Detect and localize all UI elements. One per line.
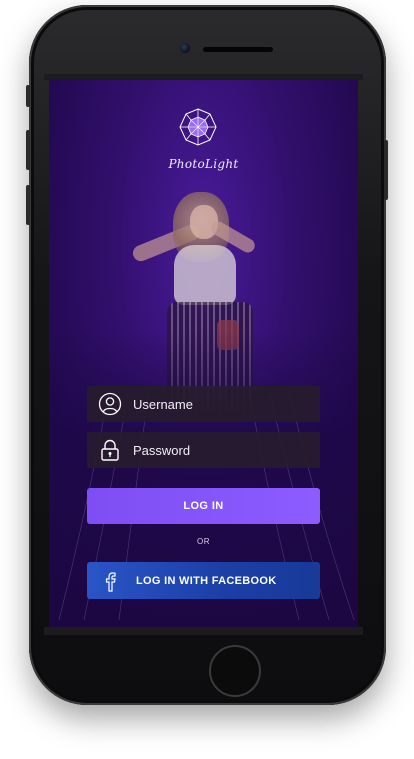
mute-switch	[26, 85, 30, 107]
app-screen: PhotoLight Username LOG IN OR LOG IN WIT…	[49, 80, 358, 627]
power-button	[384, 140, 388, 200]
home-button[interactable]	[209, 645, 261, 697]
password-field[interactable]	[87, 432, 320, 468]
login-button[interactable]: LOG IN	[87, 488, 320, 524]
app-title: PhotoLight	[168, 157, 239, 171]
geodesic-ball-logo-icon	[179, 108, 217, 146]
lock-icon	[87, 432, 133, 468]
background-photo-top	[174, 245, 236, 305]
username-input[interactable]	[133, 387, 320, 421]
volume-up-button	[26, 130, 30, 170]
facebook-login-label: LOG IN WITH FACEBOOK	[136, 574, 277, 587]
volume-down-button	[26, 185, 30, 225]
earpiece-speaker	[203, 47, 273, 52]
facebook-icon	[87, 562, 133, 599]
screen-bezel-bottom	[44, 627, 363, 635]
front-camera	[180, 43, 190, 53]
mockup-stage: PhotoLight Username LOG IN OR LOG IN WIT…	[0, 0, 414, 759]
facebook-login-button[interactable]: LOG IN WITH FACEBOOK	[87, 562, 320, 599]
user-icon	[87, 386, 133, 422]
or-separator: OR	[197, 537, 210, 546]
password-input[interactable]	[133, 433, 320, 467]
username-field[interactable]	[87, 386, 320, 422]
